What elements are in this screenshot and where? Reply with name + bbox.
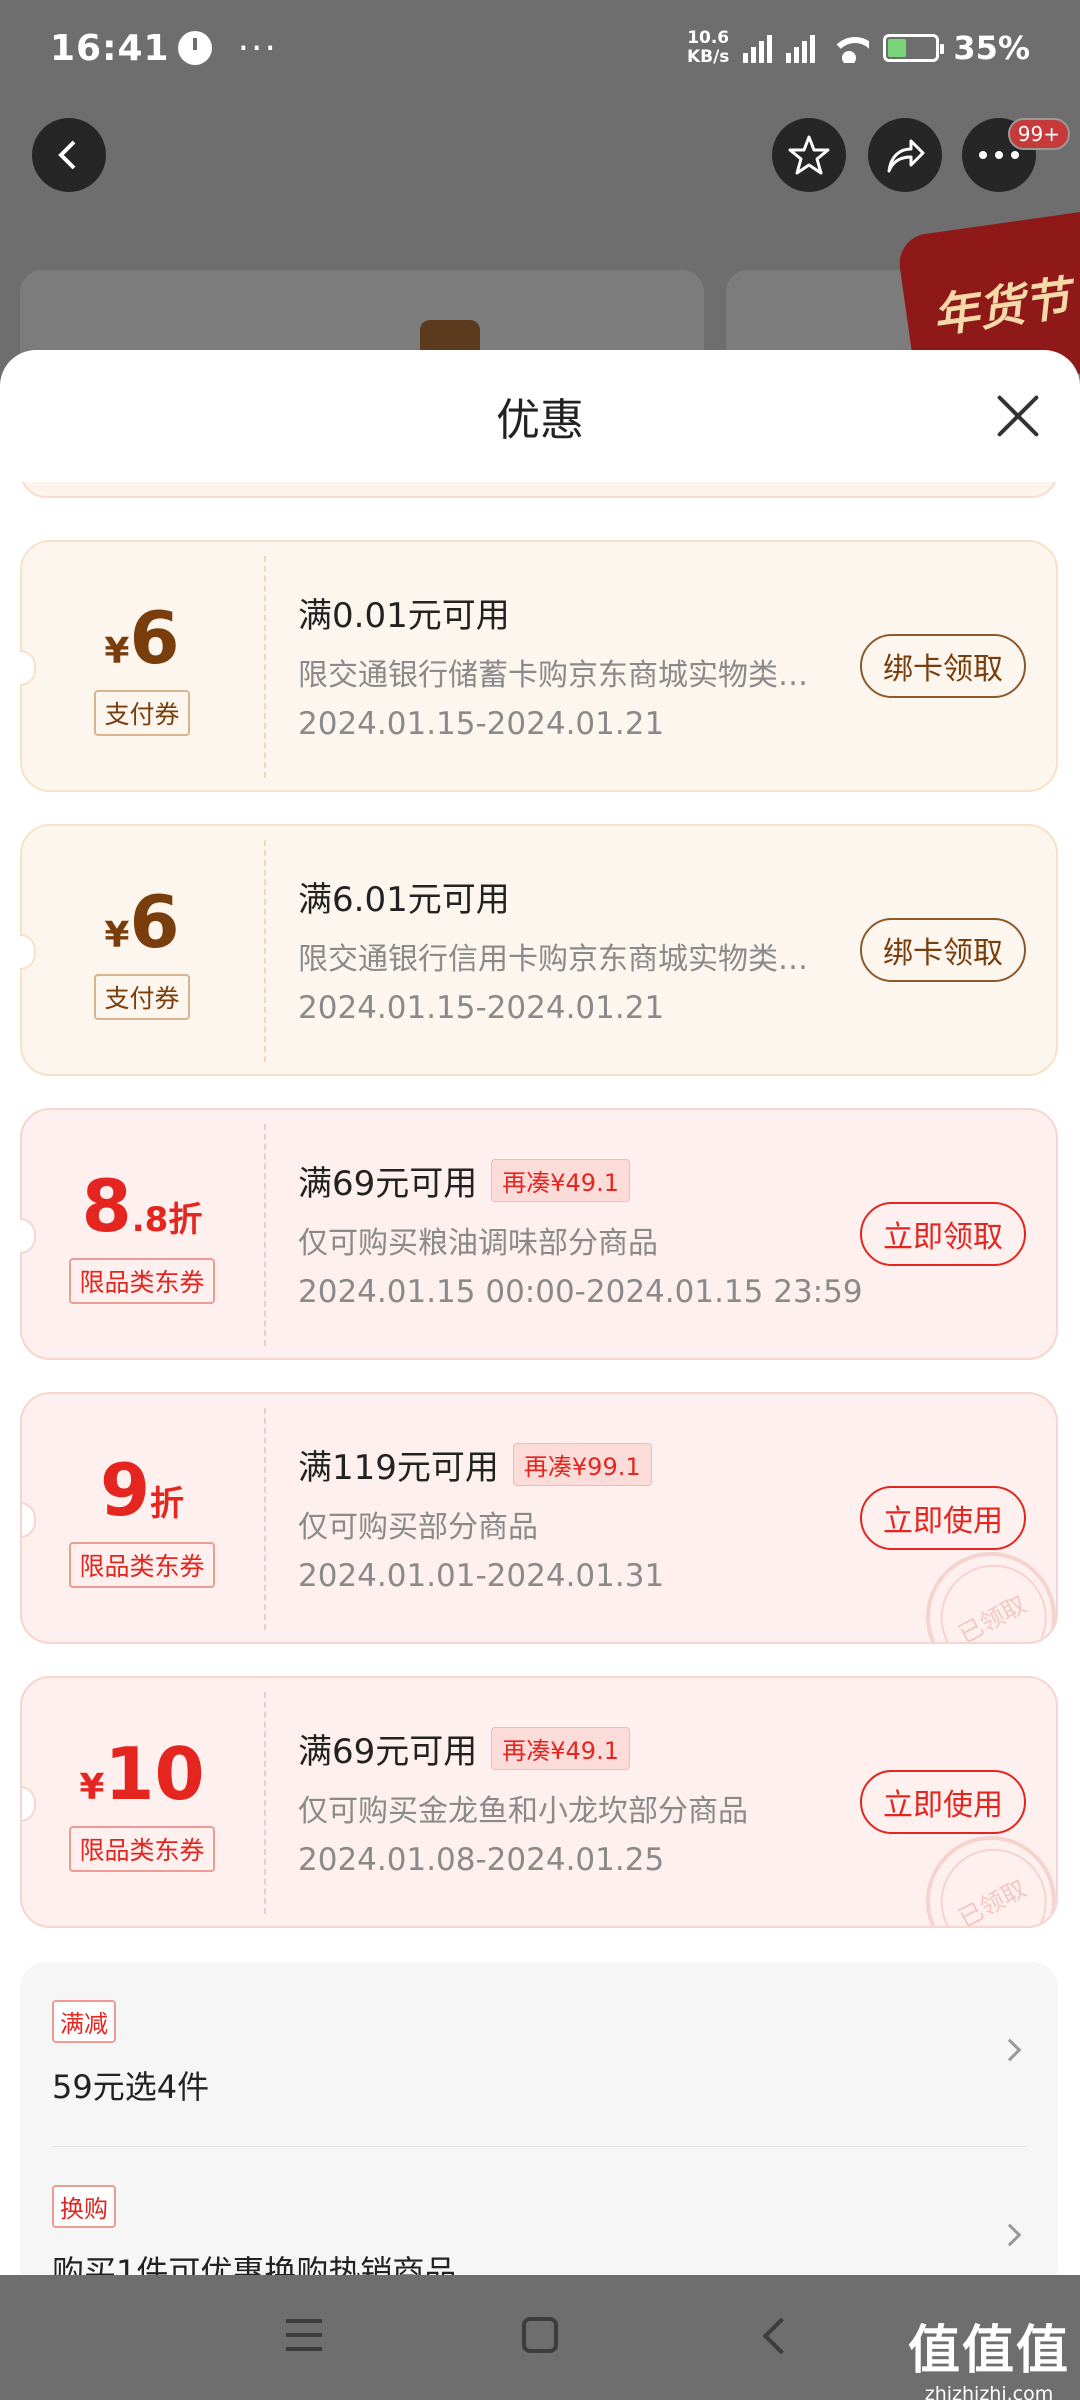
discount-unit: 折 bbox=[168, 1200, 203, 1240]
coupon-condition: 满119元可用 再凑¥99.1 bbox=[298, 1440, 652, 1489]
discount-unit: 折 bbox=[150, 1484, 185, 1524]
coupon-value: 6 bbox=[129, 596, 180, 680]
coupon-condition-text: 满119元可用 bbox=[298, 1448, 499, 1488]
alarm-clock-icon bbox=[177, 31, 212, 65]
coupon-type-tag: 支付券 bbox=[94, 974, 190, 1020]
menu-icon[interactable] bbox=[286, 2319, 322, 2351]
coupon-card: ¥6 支付券 满6.01元可用 限交通银行信用卡购京东商城实物类… 2024.0… bbox=[20, 824, 1058, 1076]
coupon-type-tag: 限品类东券 bbox=[69, 1826, 215, 1872]
coupon-amount: ¥6 bbox=[22, 596, 262, 680]
coupon-card: ¥10 限品类东券 满69元可用 再凑¥49.1 仅可购买金龙鱼和小龙坎部分商品… bbox=[20, 1676, 1058, 1928]
coupon-date: 2024.01.15 00:00-2024.01.15 23:59 bbox=[298, 1274, 863, 1310]
coupon-value: 9 bbox=[99, 1448, 151, 1532]
add-more-badge: 再凑¥99.1 bbox=[512, 1443, 652, 1486]
signal-icon bbox=[743, 33, 773, 63]
signal-icon bbox=[786, 33, 816, 63]
coupon-card: 9折 限品类东券 满119元可用 再凑¥99.1 仅可购买部分商品 2024.0… bbox=[20, 1392, 1058, 1644]
wifi-icon bbox=[829, 33, 870, 63]
network-speed-unit: KB/s bbox=[686, 47, 730, 67]
network-speed-value: 10.6 bbox=[687, 28, 730, 48]
use-now-button[interactable]: 立即使用 bbox=[860, 1486, 1026, 1550]
promotion-row[interactable]: 换购 购买1件可优惠换购热销商品 bbox=[20, 2147, 1058, 2275]
promotion-list: 满减 59元选4件 换购 购买1件可优惠换购热销商品 bbox=[20, 1962, 1058, 2275]
currency-symbol: ¥ bbox=[104, 631, 130, 672]
coupon-type-tag: 限品类东券 bbox=[69, 1542, 215, 1588]
coupon-description: 限交通银行储蓄卡购京东商城实物类… bbox=[298, 658, 808, 693]
coupon-description: 仅可购买粮油调味部分商品 bbox=[298, 1226, 658, 1261]
promotion-text: 购买1件可优惠换购热销商品 bbox=[52, 2253, 457, 2275]
coupon-date: 2024.01.08-2024.01.25 bbox=[298, 1842, 665, 1878]
close-icon[interactable] bbox=[994, 392, 1042, 440]
coupon-value: 8 bbox=[81, 1164, 132, 1248]
coupon-condition-text: 满69元可用 bbox=[298, 1732, 478, 1772]
watermark: 值值值 zhizhizhi.com bbox=[908, 2308, 1070, 2400]
watermark-logo: 值值值 bbox=[907, 2321, 1070, 2381]
back-icon[interactable] bbox=[762, 2317, 800, 2355]
sheet-title: 优惠 bbox=[496, 395, 584, 446]
coupon-date: 2024.01.15-2024.01.21 bbox=[298, 706, 665, 742]
network-speed: 10.6 KB/s bbox=[687, 29, 729, 67]
battery-percent: 35% bbox=[953, 29, 1030, 67]
coupon-type-tag: 支付券 bbox=[94, 690, 190, 736]
coupon-condition: 满6.01元可用 bbox=[298, 880, 510, 920]
coupon-amount: ¥6 bbox=[22, 880, 262, 964]
promotion-tag: 换购 bbox=[52, 2185, 116, 2228]
coupon-card-partial bbox=[20, 482, 1058, 498]
home-icon[interactable] bbox=[522, 2317, 558, 2353]
coupon-description: 仅可购买金龙鱼和小龙坎部分商品 bbox=[298, 1794, 748, 1829]
add-more-badge: 再凑¥49.1 bbox=[491, 1159, 630, 1202]
chevron-left-icon bbox=[58, 140, 76, 170]
coupon-condition: 满69元可用 再凑¥49.1 bbox=[298, 1156, 630, 1205]
currency-symbol: ¥ bbox=[104, 915, 130, 956]
promotion-text: 59元选4件 bbox=[52, 2068, 210, 2106]
promotion-tag: 满减 bbox=[52, 2000, 116, 2043]
watermark-site: zhizhizhi.com bbox=[924, 2383, 1054, 2400]
coupon-date: 2024.01.01-2024.01.31 bbox=[298, 1558, 665, 1594]
battery-icon bbox=[883, 34, 945, 62]
coupon-description: 仅可购买部分商品 bbox=[298, 1510, 538, 1545]
coupon-value-decimal: .8 bbox=[131, 1200, 169, 1240]
status-bar: 16:41 ··· 10.6 KB/s 35% bbox=[0, 0, 1080, 96]
back-button[interactable] bbox=[32, 118, 106, 192]
star-icon bbox=[788, 135, 830, 175]
coupon-list[interactable]: ¥6 支付券 满0.01元可用 限交通银行储蓄卡购京东商城实物类… 2024.0… bbox=[0, 482, 1080, 2275]
currency-symbol: ¥ bbox=[79, 1767, 105, 1808]
discount-sheet: 优惠 ¥6 支付券 满0.01元可用 限交通银行储蓄卡购京东商城实物类… 202… bbox=[0, 350, 1080, 2275]
chevron-right-icon bbox=[998, 2223, 1022, 2247]
more-icon bbox=[979, 151, 1019, 159]
share-icon bbox=[887, 139, 925, 173]
claim-now-button[interactable]: 立即领取 bbox=[860, 1202, 1026, 1266]
status-time: 16:41 bbox=[50, 27, 170, 69]
coupon-card: ¥6 支付券 满0.01元可用 限交通银行储蓄卡购京东商城实物类… 2024.0… bbox=[20, 540, 1058, 792]
coupon-amount: 9折 bbox=[22, 1448, 262, 1532]
coupon-type-tag: 限品类东券 bbox=[69, 1258, 215, 1304]
coupon-date: 2024.01.15-2024.01.21 bbox=[298, 990, 665, 1026]
coupon-card: 8.8折 限品类东券 满69元可用 再凑¥49.1 仅可购买粮油调味部分商品 2… bbox=[20, 1108, 1058, 1360]
coupon-amount: ¥10 bbox=[22, 1732, 262, 1816]
add-more-badge: 再凑¥49.1 bbox=[491, 1727, 630, 1770]
coupon-condition: 满69元可用 再凑¥49.1 bbox=[298, 1724, 630, 1773]
notification-badge: 99+ bbox=[1007, 118, 1070, 150]
coupon-description: 限交通银行信用卡购京东商城实物类… bbox=[298, 942, 808, 977]
bind-card-claim-button[interactable]: 绑卡领取 bbox=[860, 634, 1026, 698]
coupon-amount: 8.8折 bbox=[22, 1164, 262, 1248]
bind-card-claim-button[interactable]: 绑卡领取 bbox=[860, 918, 1026, 982]
status-more: ··· bbox=[237, 27, 278, 69]
coupon-value: 10 bbox=[104, 1732, 205, 1816]
use-now-button[interactable]: 立即使用 bbox=[860, 1770, 1026, 1834]
share-button[interactable] bbox=[868, 118, 942, 192]
coupon-condition-text: 满69元可用 bbox=[298, 1164, 478, 1204]
coupon-condition: 满0.01元可用 bbox=[298, 596, 510, 636]
chevron-right-icon bbox=[998, 2038, 1022, 2062]
promotion-row[interactable]: 满减 59元选4件 bbox=[20, 1962, 1058, 2146]
coupon-value: 6 bbox=[129, 880, 180, 964]
favorite-button[interactable] bbox=[772, 118, 846, 192]
